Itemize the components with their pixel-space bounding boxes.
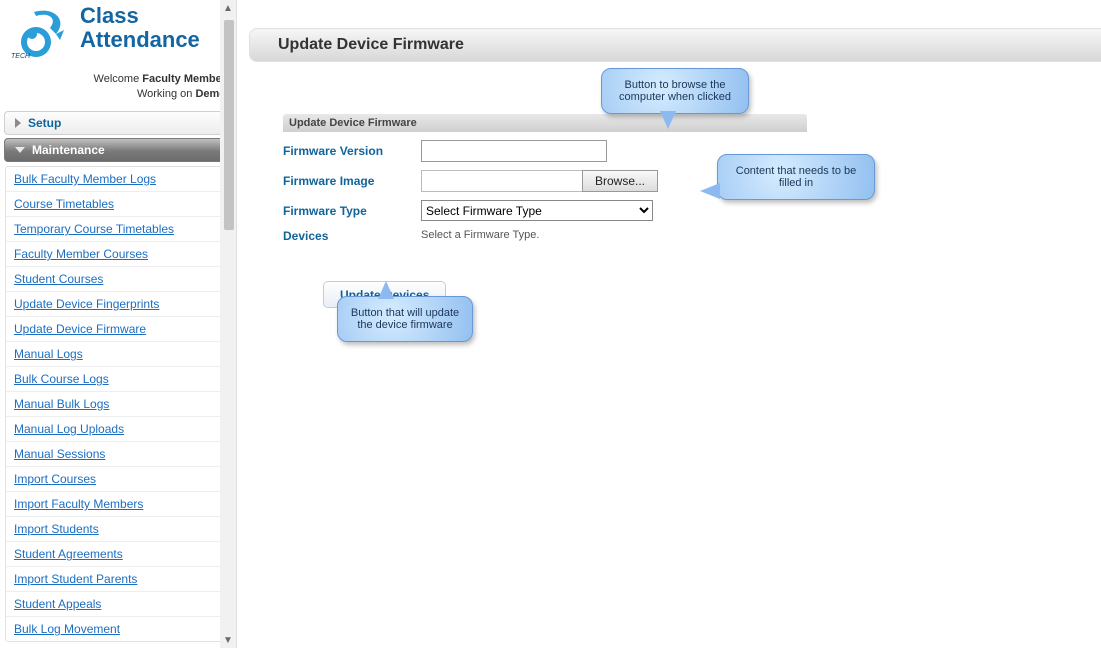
callout-browse: Button to browse the computer when click… <box>601 68 749 114</box>
label-firmware-image: Firmware Image <box>283 174 421 188</box>
welcome-role: Faculty Member <box>142 73 226 85</box>
logo-icon: TECH <box>6 4 74 64</box>
sidebar-item-update-device-fingerprints[interactable]: Update Device Fingerprints <box>6 292 230 317</box>
sidebar-item-student-agreements[interactable]: Student Agreements <box>6 542 230 567</box>
scroll-thumb[interactable] <box>224 20 234 230</box>
sidebar-item-manual-log-uploads[interactable]: Manual Log Uploads <box>6 417 230 442</box>
firmware-type-select[interactable]: Select Firmware Type <box>421 200 653 221</box>
form-header: Update Device Firmware <box>283 114 807 132</box>
chevron-down-icon <box>15 147 25 153</box>
sidebar-item-import-courses[interactable]: Import Courses <box>6 467 230 492</box>
firmware-image-path[interactable] <box>421 170 582 192</box>
callout-content-text: Content that needs to be filled in <box>736 165 856 189</box>
sidebar-item-course-timetables[interactable]: Course Timetables <box>6 192 230 217</box>
sidebar-item-manual-logs[interactable]: Manual Logs <box>6 342 230 367</box>
sidebar-item-import-student-parents[interactable]: Import Student Parents <box>6 567 230 592</box>
welcome-prefix: Welcome <box>94 73 143 85</box>
brand-block: TECH Class Attendance <box>0 0 236 72</box>
callout-update: Button that will update the device firmw… <box>337 296 473 342</box>
sidebar-item-bulk-faculty-member-logs[interactable]: Bulk Faculty Member Logs <box>6 167 230 192</box>
callout-content: Content that needs to be filled in <box>717 154 875 200</box>
sidebar-item-student-appeals[interactable]: Student Appeals <box>6 592 230 617</box>
sidebar-item-student-courses[interactable]: Student Courses <box>6 267 230 292</box>
label-firmware-version: Firmware Version <box>283 144 421 158</box>
sidebar-item-faculty-member-courses[interactable]: Faculty Member Courses <box>6 242 230 267</box>
working-prefix: Working on <box>137 88 196 100</box>
callout-update-text: Button that will update the device firmw… <box>351 307 459 331</box>
firmware-version-input[interactable] <box>421 140 607 162</box>
section-maintenance-label: Maintenance <box>32 139 105 161</box>
chevron-right-icon <box>15 118 21 128</box>
svg-text:TECH: TECH <box>11 53 31 60</box>
firmware-form: Update Device Firmware Firmware Version … <box>283 114 823 308</box>
maintenance-menu: Bulk Faculty Member LogsCourse Timetable… <box>5 166 231 642</box>
scroll-down-icon[interactable]: ▼ <box>220 632 236 648</box>
section-setup-label: Setup <box>28 112 61 134</box>
section-setup[interactable]: Setup <box>4 111 232 135</box>
devices-hint: Select a Firmware Type. <box>421 229 539 241</box>
sidebar-scrollbar[interactable]: ▲ ▼ <box>220 0 236 648</box>
sidebar-item-bulk-course-logs[interactable]: Bulk Course Logs <box>6 367 230 392</box>
label-devices: Devices <box>283 229 421 243</box>
sidebar-item-import-faculty-members[interactable]: Import Faculty Members <box>6 492 230 517</box>
app-title: Class Attendance <box>80 4 200 52</box>
scroll-up-icon[interactable]: ▲ <box>220 0 236 16</box>
callout-tail-icon <box>660 111 676 129</box>
sidebar-item-manual-sessions[interactable]: Manual Sessions <box>6 442 230 467</box>
app-title-line2: Attendance <box>80 28 200 52</box>
main-content: Update Device Firmware Update Device Fir… <box>237 0 1101 648</box>
sidebar: TECH Class Attendance Welcome Faculty Me… <box>0 0 237 648</box>
callout-browse-text: Button to browse the computer when click… <box>619 79 731 103</box>
sidebar-item-bulk-log-movement[interactable]: Bulk Log Movement <box>6 617 230 641</box>
sidebar-item-temporary-course-timetables[interactable]: Temporary Course Timetables <box>6 217 230 242</box>
sidebar-item-update-device-firmware[interactable]: Update Device Firmware <box>6 317 230 342</box>
scroll-track[interactable] <box>224 20 234 628</box>
browse-button[interactable]: Browse... <box>582 170 658 192</box>
label-firmware-type: Firmware Type <box>283 204 421 218</box>
section-maintenance[interactable]: Maintenance <box>4 138 232 162</box>
welcome-text: Welcome Faculty Member Working on Demo <box>0 72 236 108</box>
sidebar-item-manual-bulk-logs[interactable]: Manual Bulk Logs <box>6 392 230 417</box>
page-title: Update Device Firmware <box>249 28 1101 62</box>
sidebar-item-import-students[interactable]: Import Students <box>6 517 230 542</box>
callout-tail-icon <box>378 281 394 299</box>
callout-tail-icon <box>700 183 720 199</box>
app-title-line1: Class <box>80 4 200 28</box>
app-logo: TECH <box>6 4 74 64</box>
